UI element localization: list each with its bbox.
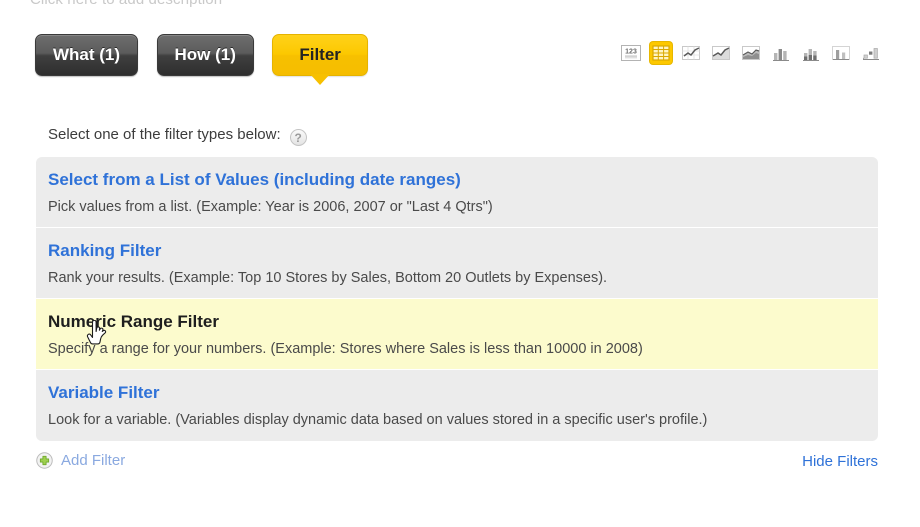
filter-footer: Add Filter Hide Filters <box>36 452 878 486</box>
plus-circle-icon <box>36 452 53 469</box>
add-filter-label: Add Filter <box>61 452 126 469</box>
filter-row-ranking[interactable]: Ranking Filter Rank your results. (Examp… <box>36 228 878 299</box>
tab-what-label: What (1) <box>53 45 121 64</box>
visualization-type-toolbar: 123 <box>620 42 882 64</box>
filter-row-description: Look for a variable. (Variables display … <box>48 412 708 428</box>
filter-row-numeric-range[interactable]: Numeric Range Filter Specify a range for… <box>36 299 878 370</box>
hide-filters-link[interactable]: Hide Filters <box>802 453 878 470</box>
filter-row-title[interactable]: Numeric Range Filter <box>48 311 864 333</box>
help-icon[interactable]: ? <box>289 129 307 146</box>
stacked-area-chart-icon[interactable] <box>740 42 762 64</box>
filter-type-list: Select from a List of Values (including … <box>36 157 878 441</box>
numbers-123-icon[interactable]: 123 <box>620 42 642 64</box>
filter-row-description: Pick values from a list. (Example: Year … <box>48 199 493 215</box>
tab-how-label: How (1) <box>174 45 236 64</box>
tab-filter[interactable]: Filter <box>272 34 368 85</box>
filter-row-description: Rank your results. (Example: Top 10 Stor… <box>48 270 608 286</box>
line-chart-icon[interactable] <box>680 42 702 64</box>
filter-row-title[interactable]: Ranking Filter <box>48 240 864 262</box>
filter-row-description: Specify a range for your numbers. (Examp… <box>48 341 643 357</box>
svg-text:123: 123 <box>625 49 637 56</box>
tab-bar: What (1) How (1) Filter <box>35 34 368 85</box>
tab-filter-label: Filter <box>299 45 341 64</box>
filter-row-title[interactable]: Variable Filter <box>48 382 864 404</box>
add-filter-button[interactable]: Add Filter <box>36 452 125 469</box>
waterfall-chart-icon[interactable] <box>860 42 882 64</box>
tab-what[interactable]: What (1) <box>35 34 139 76</box>
filter-row-variable[interactable]: Variable Filter Look for a variable. (Va… <box>36 370 878 441</box>
tab-pointer-arrow-icon <box>310 74 331 85</box>
area-line-chart-icon[interactable] <box>710 42 732 64</box>
stacked-bar-chart-icon[interactable] <box>800 42 822 64</box>
filter-prompt-text: Select one of the filter types below: <box>48 126 281 143</box>
filter-prompt: Select one of the filter types below:? <box>48 126 307 146</box>
column-chart-icon[interactable] <box>830 42 852 64</box>
description-placeholder[interactable]: Click here to add description <box>30 0 222 8</box>
table-grid-icon[interactable] <box>650 42 672 64</box>
filter-row-list-of-values[interactable]: Select from a List of Values (including … <box>36 157 878 228</box>
bar-chart-icon[interactable] <box>770 42 792 64</box>
filter-row-title[interactable]: Select from a List of Values (including … <box>48 169 864 191</box>
tab-how[interactable]: How (1) <box>156 34 254 76</box>
